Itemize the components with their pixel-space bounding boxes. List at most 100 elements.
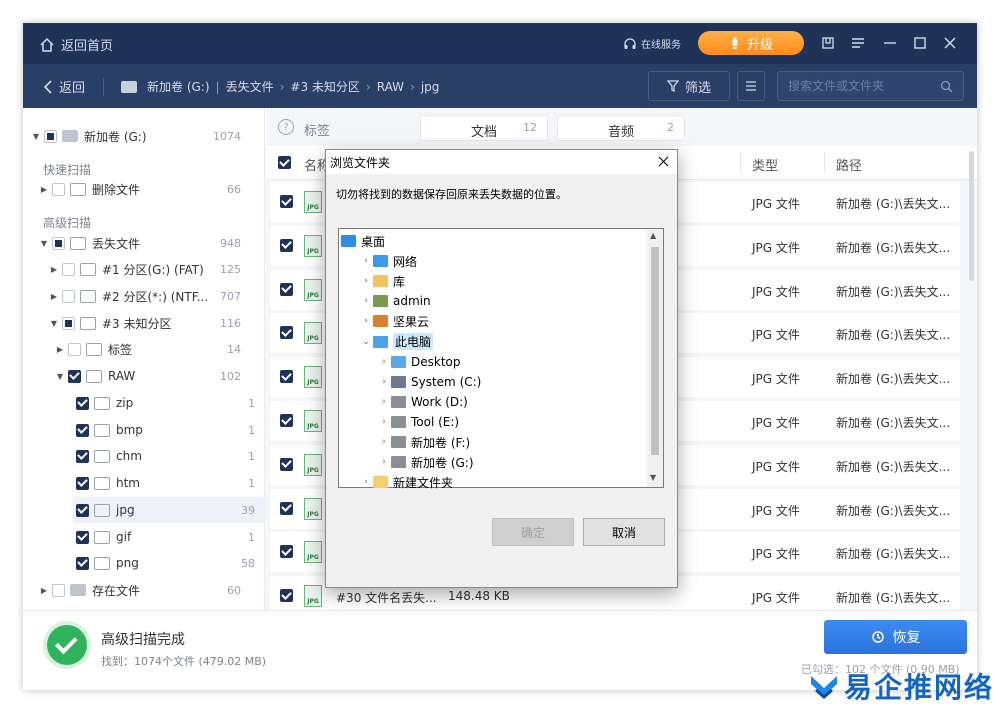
expand-chevron-icon[interactable]: › xyxy=(359,477,373,487)
expand-arrow-icon[interactable]: ▶ xyxy=(39,586,49,595)
checkbox[interactable] xyxy=(76,503,89,517)
table-scrollbar[interactable] xyxy=(969,151,974,281)
tree-item-partition-3[interactable]: ▼ #3 未知分区 116 xyxy=(49,310,281,336)
cancel-button[interactable]: 取消 xyxy=(583,518,665,546)
folder-tree-item[interactable]: › Desktop xyxy=(377,352,460,372)
row-checkbox[interactable] xyxy=(280,545,293,559)
expand-chevron-icon[interactable]: ⌄ xyxy=(359,337,373,347)
tree-item-raw-child[interactable]: bmp 1 xyxy=(73,417,273,443)
folder-tree-item[interactable]: › System (C:) xyxy=(377,372,481,392)
list-view-button[interactable] xyxy=(737,71,765,101)
recover-button[interactable]: 恢复 xyxy=(824,620,967,654)
row-checkbox[interactable] xyxy=(280,195,293,208)
row-checkbox[interactable] xyxy=(280,457,293,471)
search-box[interactable] xyxy=(777,71,964,101)
ok-button[interactable]: 确定 xyxy=(492,518,574,546)
folder-tree-item[interactable]: › 网络 xyxy=(359,251,417,271)
row-checkbox[interactable] xyxy=(280,326,293,340)
expand-arrow-icon[interactable]: ▼ xyxy=(55,372,65,381)
checkbox[interactable] xyxy=(52,583,65,597)
breadcrumb-item[interactable]: 丢失文件 xyxy=(226,78,274,95)
checkbox[interactable] xyxy=(76,530,89,544)
folder-tree-item[interactable]: › 库 xyxy=(359,271,405,291)
breadcrumb-item[interactable]: #3 未知分区 xyxy=(290,78,360,95)
expand-arrow-icon[interactable]: ▶ xyxy=(49,265,59,274)
tab-audio[interactable]: 音频 2 xyxy=(557,115,685,141)
folder-tree-item[interactable]: 桌面 xyxy=(341,231,385,251)
checkbox[interactable] xyxy=(76,423,89,437)
checkbox[interactable] xyxy=(62,262,75,276)
checkbox[interactable] xyxy=(68,369,81,383)
dialog-close-button[interactable] xyxy=(655,153,671,169)
expand-chevron-icon[interactable]: › xyxy=(359,256,373,266)
scroll-thumb[interactable] xyxy=(651,247,659,455)
back-button[interactable]: 返回 xyxy=(43,77,85,96)
row-checkbox[interactable] xyxy=(280,282,293,296)
expand-chevron-icon[interactable]: › xyxy=(377,397,391,407)
select-all-checkbox[interactable] xyxy=(278,156,291,169)
checkbox[interactable] xyxy=(76,449,89,463)
folder-tree-item[interactable]: › 新建文件夹 xyxy=(359,472,453,492)
filter-button[interactable]: 筛选 xyxy=(648,71,730,101)
checkbox[interactable] xyxy=(62,316,75,330)
minimize-button[interactable] xyxy=(881,34,899,52)
row-checkbox[interactable] xyxy=(280,501,293,515)
tree-item-raw-child[interactable]: htm 1 xyxy=(73,470,273,496)
expand-chevron-icon[interactable]: › xyxy=(377,437,391,447)
checkbox[interactable] xyxy=(76,556,89,570)
column-header-type[interactable]: 类型 xyxy=(752,155,778,174)
expand-chevron-icon[interactable]: › xyxy=(359,316,373,326)
tree-item-raw-child[interactable]: jpg 39 xyxy=(73,497,273,523)
folder-tree-item[interactable]: › 新加卷 (F:) xyxy=(377,432,470,452)
feedback-button[interactable] xyxy=(819,34,837,52)
breadcrumb-item[interactable]: jpg xyxy=(421,80,440,94)
search-icon[interactable] xyxy=(940,80,953,93)
checkbox[interactable] xyxy=(76,476,89,490)
search-input[interactable] xyxy=(788,79,928,93)
breadcrumb-item[interactable]: 新加卷 (G:) xyxy=(147,78,210,95)
row-checkbox[interactable] xyxy=(280,589,293,603)
breadcrumb-item[interactable]: RAW xyxy=(377,80,404,94)
tab-tag[interactable]: 标签 xyxy=(304,120,330,139)
tree-item-lost[interactable]: ▼ 丢失文件 948 xyxy=(39,230,271,256)
tree-item-raw-child[interactable]: png 58 xyxy=(73,550,273,576)
row-checkbox[interactable] xyxy=(280,414,293,427)
checkbox[interactable] xyxy=(52,182,65,196)
expand-chevron-icon[interactable]: › xyxy=(377,457,391,467)
row-checkbox[interactable] xyxy=(280,370,293,384)
expand-chevron-icon[interactable]: › xyxy=(377,357,391,367)
folder-tree-item[interactable]: › Tool (E:) xyxy=(377,412,459,432)
expand-arrow-icon[interactable]: ▼ xyxy=(31,132,41,141)
tree-item-raw[interactable]: ▼ RAW 102 xyxy=(55,363,287,389)
expand-chevron-icon[interactable]: › xyxy=(359,296,373,306)
folder-tree-scrollbar[interactable]: ▲ ▼ xyxy=(647,229,663,487)
folder-tree-item[interactable]: ⌄ 此电脑 xyxy=(359,332,434,352)
checkbox[interactable] xyxy=(76,396,89,410)
tree-item-partition-2[interactable]: ▶ #2 分区(*:) (NTF... 707 xyxy=(49,283,281,309)
tree-item-raw-child[interactable]: zip 1 xyxy=(73,390,273,416)
checkbox[interactable] xyxy=(68,342,81,356)
tree-item-tag[interactable]: ▶ 标签 14 xyxy=(55,336,287,362)
checkbox[interactable] xyxy=(52,236,65,250)
tree-item-existing[interactable]: ▶ 存在文件 60 xyxy=(39,577,271,603)
expand-arrow-icon[interactable]: ▶ xyxy=(49,292,59,301)
scroll-down-icon[interactable]: ▼ xyxy=(650,473,656,482)
maximize-button[interactable] xyxy=(911,34,929,52)
checkbox[interactable] xyxy=(44,129,57,143)
home-button[interactable]: 返回首页 xyxy=(39,35,113,54)
help-icon[interactable]: ? xyxy=(278,119,294,135)
expand-arrow-icon[interactable]: ▼ xyxy=(39,239,49,248)
tree-item-root[interactable]: ▼ 新加卷 (G:) 1074 xyxy=(31,123,263,149)
expand-chevron-icon[interactable]: › xyxy=(359,276,373,286)
expand-arrow-icon[interactable]: ▼ xyxy=(49,319,59,328)
expand-chevron-icon[interactable]: › xyxy=(377,377,391,387)
tree-item-raw-child[interactable]: chm 1 xyxy=(73,443,273,469)
expand-arrow-icon[interactable]: ▶ xyxy=(39,185,49,194)
upgrade-button[interactable]: 升级 xyxy=(698,31,804,55)
close-button[interactable] xyxy=(941,34,959,52)
scroll-up-icon[interactable]: ▲ xyxy=(650,231,656,240)
folder-tree-item[interactable]: › admin xyxy=(359,291,430,311)
online-service-button[interactable]: 在线服务 xyxy=(623,36,681,51)
menu-button[interactable] xyxy=(849,34,867,52)
folder-tree-item[interactable]: › Work (D:) xyxy=(377,392,468,412)
